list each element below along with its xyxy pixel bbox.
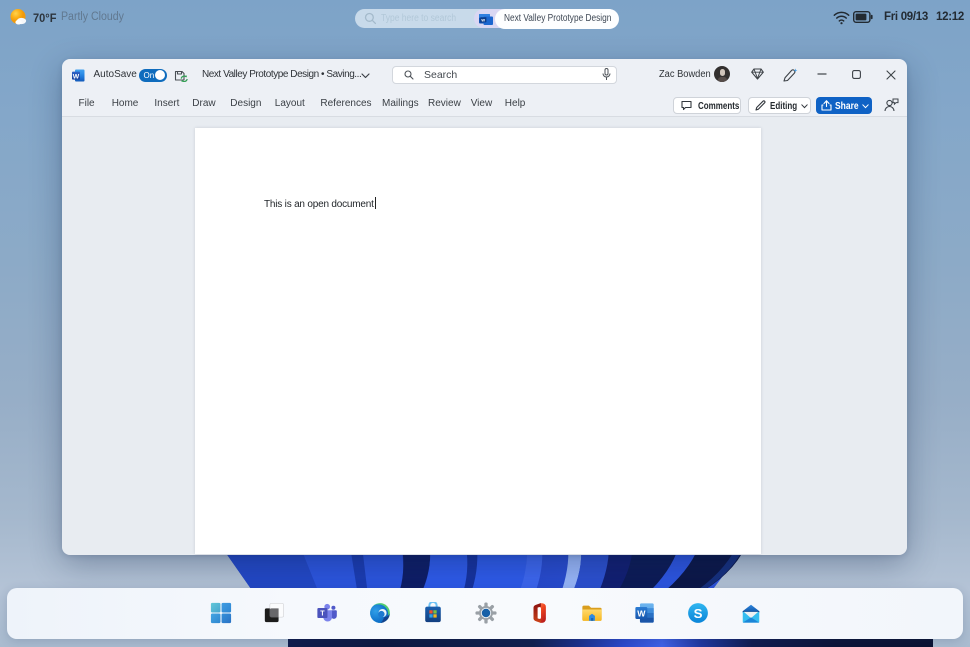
- svg-text:S: S: [693, 606, 702, 621]
- svg-text:w: w: [480, 17, 485, 22]
- svg-text:W: W: [73, 73, 80, 80]
- svg-text:T: T: [320, 610, 325, 618]
- svg-text:W: W: [637, 608, 646, 618]
